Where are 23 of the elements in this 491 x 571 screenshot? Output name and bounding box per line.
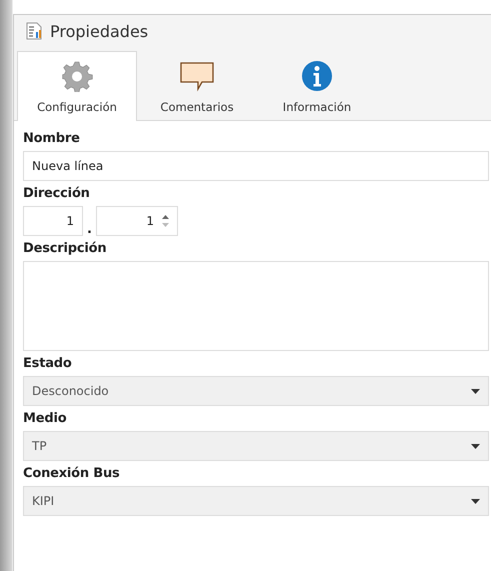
field-label: Nombre (23, 131, 81, 148)
spin-field[interactable]: 1 (96, 206, 178, 236)
number-field[interactable]: 1 (23, 206, 83, 236)
document-icon (26, 22, 42, 40)
tab[interactable]: Información (257, 51, 377, 121)
field-label: Conexión Bus (23, 466, 121, 483)
field-label: Estado (23, 356, 73, 373)
tab[interactable]: Configuración (17, 51, 137, 121)
info-icon (301, 60, 333, 92)
field-label: Dirección (23, 186, 91, 203)
text-field[interactable]: Nueva línea (23, 151, 489, 181)
speech-bubble-icon (180, 62, 214, 92)
tab[interactable]: Comentarios (137, 51, 257, 121)
dropdown-arrow-icon (471, 388, 480, 394)
gear-icon (61, 60, 93, 92)
text-area[interactable] (23, 261, 489, 351)
dropdown-arrow-icon (471, 444, 480, 448)
field-label: Descripción (23, 241, 108, 258)
window-title: Propiedades (50, 22, 148, 40)
spinner-arrows-icon (162, 214, 169, 228)
field-label: Medio (23, 411, 68, 428)
dropdown-arrow-icon (471, 498, 480, 504)
separator: . (87, 223, 92, 236)
